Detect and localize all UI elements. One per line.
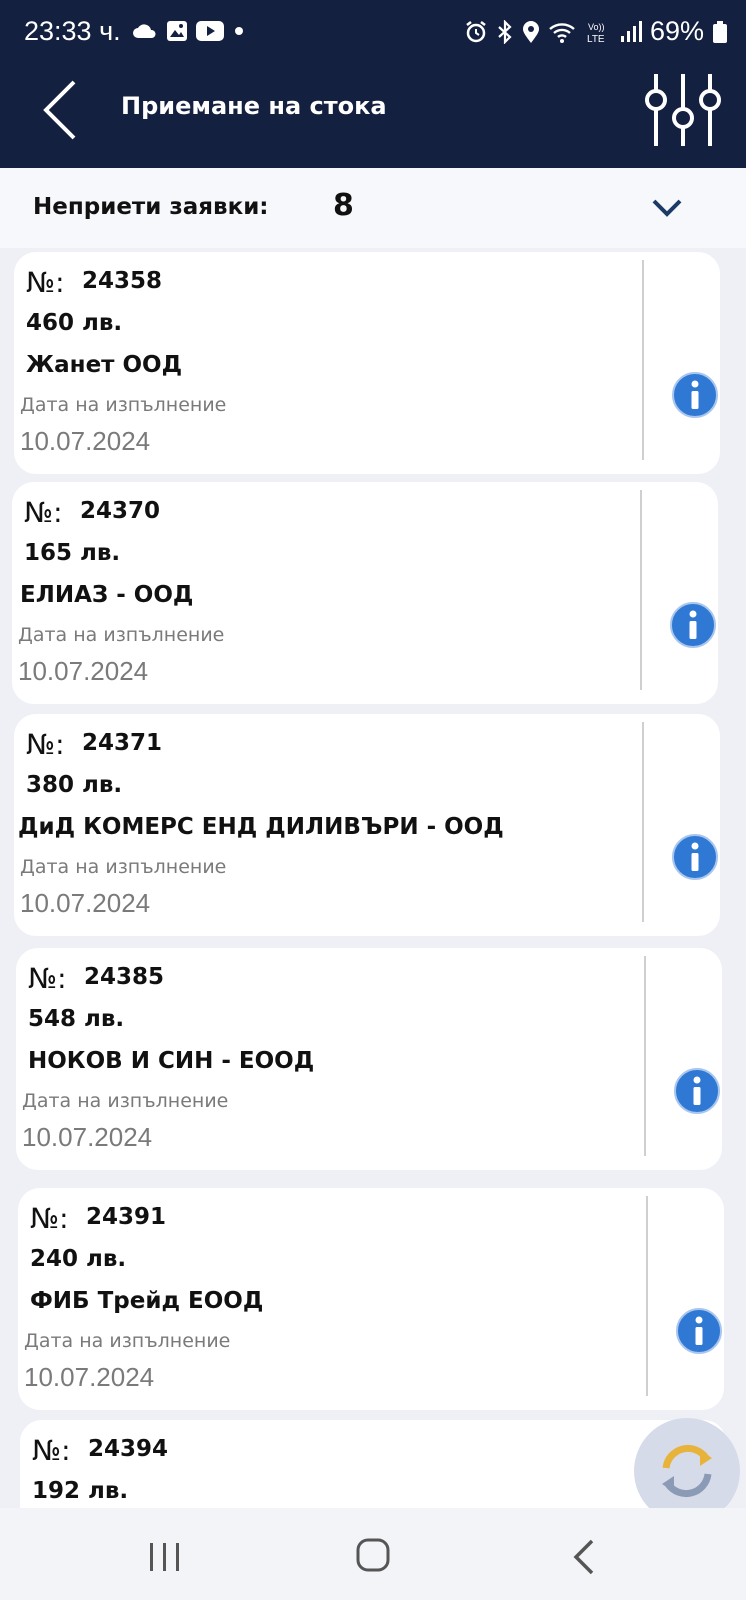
volte-icon: Vo)) LTE [587, 22, 605, 45]
supplier-name: ФИБ Трейд ЕООД [30, 1288, 264, 1314]
battery-icon [713, 20, 727, 43]
pending-count: 8 [333, 188, 354, 223]
notification-icons [132, 20, 246, 42]
number-sign: №: [32, 1434, 71, 1467]
info-icon[interactable] [676, 1308, 722, 1354]
number-sign: №: [30, 1202, 69, 1235]
order-date: 10.07.2024 [20, 426, 151, 456]
info-icon[interactable] [670, 602, 716, 648]
system-nav-bar [0, 1508, 746, 1600]
status-bar: 23:33 ч. Vo)) LTE 69% [0, 0, 746, 68]
number-sign: №: [24, 496, 63, 529]
order-amount: 192 лв. [32, 1478, 129, 1504]
divider [644, 956, 646, 1156]
date-label: Дата на изпълнение [22, 1090, 229, 1112]
bluetooth-icon [498, 19, 512, 44]
order-card[interactable]: №: 24371 380 лв. ДиД КОМЕРС ЕНД ДИЛИВЪРИ… [14, 714, 720, 936]
status-time: 23:33 ч. [24, 16, 121, 46]
pending-orders-bar: Неприети заявки: 8 [0, 168, 746, 248]
system-icons: Vo)) LTE 69% [464, 16, 728, 47]
order-number: 24391 [86, 1204, 167, 1230]
chevron-down-icon[interactable] [650, 197, 684, 219]
recent-apps-icon[interactable] [148, 1542, 182, 1572]
date-label: Дата на изпълнение [20, 856, 227, 878]
order-card[interactable]: №: 24385 548 лв. НОКОВ И СИН - ЕООД Дата… [16, 948, 722, 1170]
filter-settings-button[interactable] [640, 72, 726, 148]
order-amount: 380 лв. [26, 772, 123, 798]
app-header: 23:33 ч. Vo)) LTE 69% Приемане на стока [0, 0, 746, 168]
order-card[interactable]: №: 24370 165 лв. ЕЛИАЗ - ООД Дата на изп… [12, 482, 718, 704]
divider [642, 260, 644, 460]
divider [642, 722, 644, 922]
gallery-icon [167, 21, 187, 41]
date-label: Дата на изпълнение [20, 394, 227, 416]
order-date: 10.07.2024 [18, 656, 149, 686]
number-sign: №: [26, 266, 65, 299]
back-nav-icon[interactable] [570, 1538, 598, 1576]
number-sign: №: [28, 962, 67, 995]
supplier-name: ДиД КОМЕРС ЕНД ДИЛИВЪРИ - ООД [18, 814, 504, 840]
order-card[interactable]: №: 24391 240 лв. ФИБ Трейд ЕООД Дата на … [18, 1188, 724, 1410]
order-amount: 548 лв. [28, 1006, 125, 1032]
date-label: Дата на изпълнение [18, 624, 225, 646]
cloud-icon [133, 24, 156, 38]
pending-label: Неприети заявки: [33, 194, 269, 220]
supplier-name: НОКОВ И СИН - ЕООД [28, 1048, 315, 1074]
order-amount: 240 лв. [30, 1246, 127, 1272]
order-number: 24358 [82, 268, 163, 294]
number-sign: №: [26, 728, 65, 761]
alarm-icon [466, 20, 486, 42]
info-icon[interactable] [672, 372, 718, 418]
youtube-icon [196, 21, 224, 41]
page-title: Приемане на стока [121, 92, 387, 120]
divider [646, 1196, 648, 1396]
back-button[interactable] [38, 78, 88, 142]
battery-percent: 69% [649, 16, 704, 46]
supplier-name: ЕЛИАЗ - ООД [20, 582, 194, 608]
order-date: 10.07.2024 [20, 888, 151, 918]
info-icon[interactable] [672, 834, 718, 880]
divider [640, 490, 642, 690]
wifi-icon [549, 22, 575, 43]
location-icon [522, 20, 539, 43]
info-icon[interactable] [674, 1068, 720, 1114]
home-icon[interactable] [356, 1538, 390, 1572]
order-date: 10.07.2024 [22, 1122, 153, 1152]
date-label: Дата на изпълнение [24, 1330, 231, 1352]
order-date: 10.07.2024 [24, 1362, 155, 1392]
order-card[interactable]: №: 24358 460 лв. Жанет ООД Дата на изпъл… [14, 252, 720, 474]
order-number: 24385 [84, 964, 165, 990]
order-number: 24394 [88, 1436, 169, 1462]
order-amount: 165 лв. [24, 540, 121, 566]
order-number: 24371 [82, 730, 163, 756]
order-amount: 460 лв. [26, 310, 123, 336]
order-number: 24370 [80, 498, 161, 524]
signal-icon [620, 20, 642, 42]
supplier-name: Жанет ООД [26, 352, 183, 378]
svg-text:Vo)): Vo)) [588, 22, 605, 32]
svg-text:LTE: LTE [587, 34, 605, 45]
order-card[interactable]: №: 24394 192 лв. [20, 1420, 726, 1520]
dot-icon [235, 27, 243, 35]
